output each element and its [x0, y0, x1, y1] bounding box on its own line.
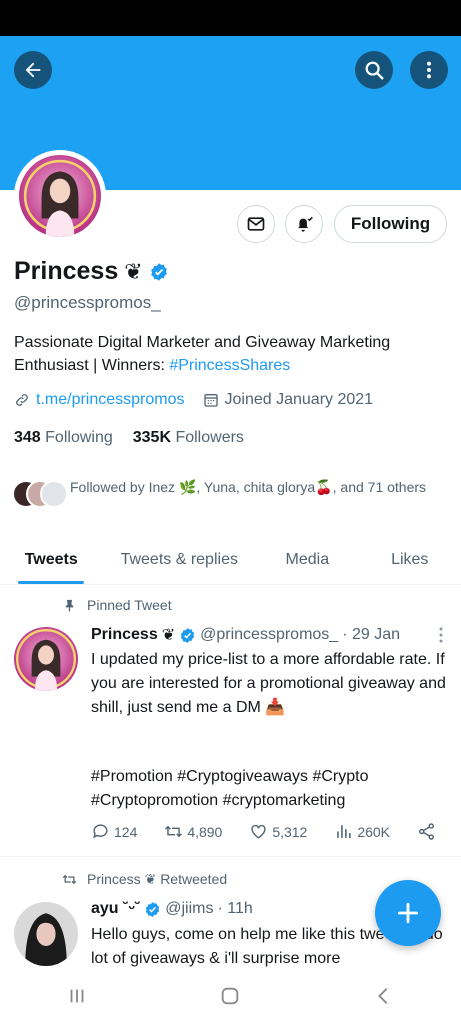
- android-nav-bar: [0, 968, 461, 1024]
- verified-badge-icon: [146, 901, 160, 917]
- retweet-context: Princess ❦ Retweeted: [62, 871, 227, 888]
- back-nav-icon[interactable]: [373, 985, 395, 1007]
- tweet-author-name[interactable]: ayu ˘ᵕ˘: [91, 900, 140, 918]
- retweeted-tweet[interactable]: Princess ❦ Retweeted ayu ˘ᵕ˘ @jiims · 11…: [0, 0, 461, 968]
- compose-tweet-button[interactable]: [375, 880, 441, 946]
- tweet-date: · 11h: [217, 900, 253, 917]
- tweet-avatar[interactable]: [14, 902, 78, 966]
- plus-icon: [397, 902, 419, 924]
- retweet-icon: [62, 874, 77, 885]
- retweet-label: Princess ❦ Retweeted: [87, 871, 228, 887]
- recent-apps-icon[interactable]: [66, 985, 88, 1007]
- tweet-author-handle[interactable]: @jiims: [165, 900, 213, 918]
- home-icon[interactable]: [219, 985, 241, 1007]
- tweet-header: ayu ˘ᵕ˘ @jiims · 11h: [91, 900, 253, 918]
